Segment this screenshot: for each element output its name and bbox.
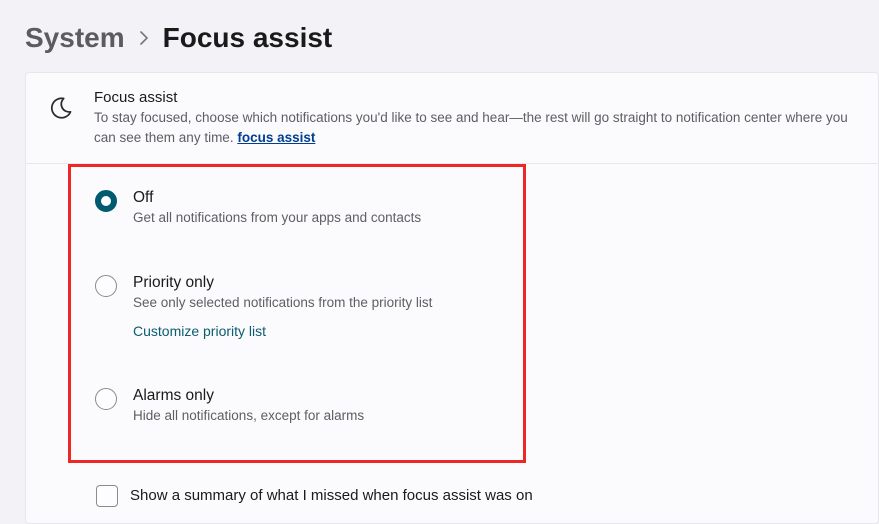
focus-assist-card: Focus assist To stay focused, choose whi… xyxy=(25,72,879,524)
option-alarms[interactable]: Alarms only Hide all notifications, exce… xyxy=(95,379,503,438)
radio-off[interactable] xyxy=(95,190,117,212)
option-alarms-label: Alarms only xyxy=(133,387,503,405)
summary-row: Show a summary of what I missed when foc… xyxy=(26,463,878,523)
option-priority-body: Priority only See only selected notifica… xyxy=(133,274,503,341)
option-off-sub: Get all notifications from your apps and… xyxy=(133,209,503,228)
option-priority-sub: See only selected notifications from the… xyxy=(133,294,503,313)
chevron-right-icon xyxy=(139,29,149,50)
option-alarms-sub: Hide all notifications, except for alarm… xyxy=(133,407,503,426)
card-header-text: Focus assist To stay focused, choose whi… xyxy=(94,89,858,147)
option-off-label: Off xyxy=(133,189,503,207)
summary-checkbox[interactable] xyxy=(96,485,118,507)
option-off[interactable]: Off Get all notifications from your apps… xyxy=(95,181,503,240)
annotation-highlight: Off Get all notifications from your apps… xyxy=(68,164,526,463)
option-alarms-body: Alarms only Hide all notifications, exce… xyxy=(133,387,503,426)
moon-icon xyxy=(48,95,74,121)
focus-assist-more-link[interactable]: focus assist xyxy=(237,130,315,145)
option-off-body: Off Get all notifications from your apps… xyxy=(133,189,503,228)
card-description-text: To stay focused, choose which notificati… xyxy=(94,110,848,145)
breadcrumb-parent[interactable]: System xyxy=(25,22,125,54)
option-priority-label: Priority only xyxy=(133,274,503,292)
breadcrumb: System Focus assist xyxy=(0,0,879,72)
radio-alarms[interactable] xyxy=(95,388,117,410)
option-priority[interactable]: Priority only See only selected notifica… xyxy=(95,266,503,353)
radio-priority[interactable] xyxy=(95,275,117,297)
card-description: To stay focused, choose which notificati… xyxy=(94,108,858,147)
card-header: Focus assist To stay focused, choose whi… xyxy=(26,73,878,164)
breadcrumb-current: Focus assist xyxy=(163,22,333,54)
customize-priority-link[interactable]: Customize priority list xyxy=(133,323,266,339)
card-title: Focus assist xyxy=(94,89,858,106)
options-section: Off Get all notifications from your apps… xyxy=(26,164,878,523)
